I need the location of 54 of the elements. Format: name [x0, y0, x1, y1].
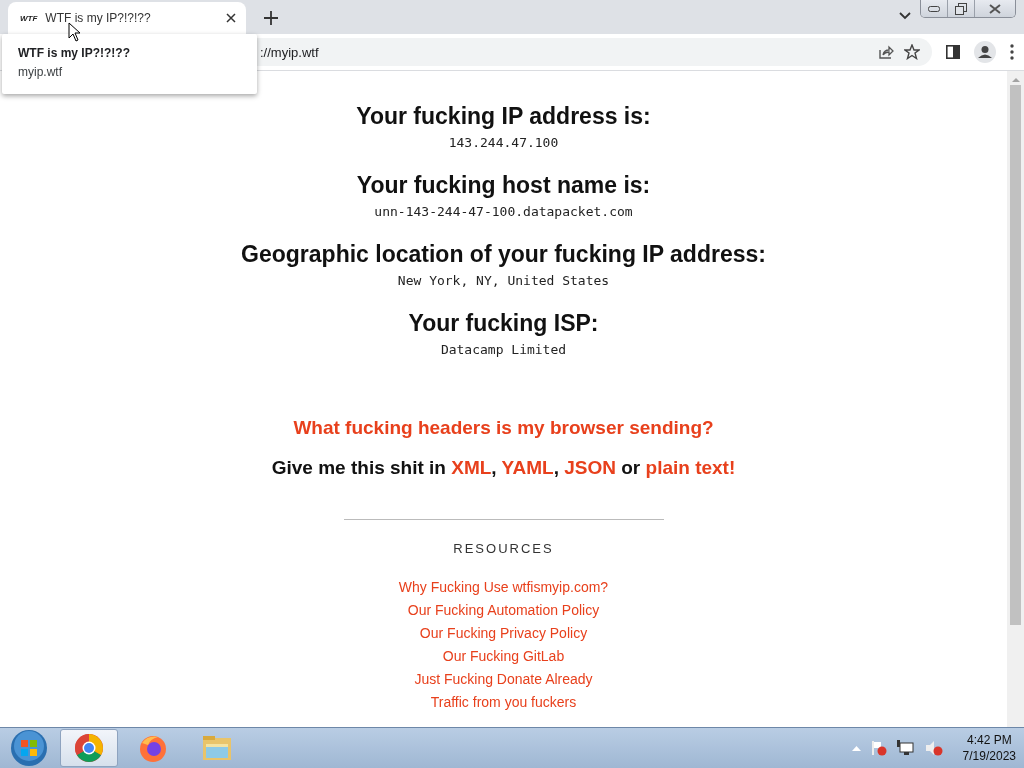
format-text: ,	[553, 457, 560, 478]
tooltip-title: WTF is my IP?!?!??	[18, 46, 131, 60]
close-icon[interactable]	[226, 13, 236, 23]
section-heading: Geographic location of your fucking IP address:	[241, 241, 766, 268]
menu-icon[interactable]	[1010, 44, 1014, 60]
resource-link[interactable]: Our Fucking Privacy Policy	[419, 622, 588, 645]
side-panel-icon[interactable]	[946, 45, 960, 59]
resource-link[interactable]: Our Fucking Automation Policy	[407, 599, 600, 622]
firefox-icon	[138, 733, 168, 763]
network-icon[interactable]	[896, 740, 915, 756]
section-value: 143.244.47.100	[448, 135, 559, 150]
restore-icon	[955, 2, 967, 15]
section-heading: Your fucking ISP:	[408, 310, 599, 337]
resource-link[interactable]: Why Fucking Use wtfismyip.com?	[398, 576, 609, 599]
chrome-icon	[74, 733, 104, 763]
flag-icon[interactable]	[870, 740, 887, 756]
format-link[interactable]: JSON	[564, 457, 616, 478]
taskbar-app[interactable]	[60, 729, 118, 767]
format-link[interactable]: YAML	[501, 457, 554, 478]
chevron-down-icon[interactable]	[899, 12, 911, 20]
tab-title: WTF is my IP?!?!??	[45, 11, 152, 25]
format-link[interactable]: plain text!	[645, 457, 736, 478]
section-heading: Your fucking host name is:	[356, 172, 651, 199]
plus-icon[interactable]	[264, 11, 278, 25]
format-text: Give me this shit in	[271, 457, 447, 478]
profile-icon[interactable]	[974, 41, 996, 63]
section-value: unn-143-244-47-100.datapacket.com	[374, 204, 633, 219]
clock-date: 7/19/2023	[962, 748, 1016, 764]
close-button[interactable]	[974, 0, 1015, 17]
headers-link[interactable]: What fucking headers is my browser sending?	[293, 417, 714, 439]
scrollbar[interactable]	[1007, 71, 1024, 727]
star-icon[interactable]	[904, 44, 920, 60]
browser-tab[interactable]: WTF WTF is my IP?!?!??	[8, 2, 246, 34]
section-value: Datacamp Limited	[440, 342, 567, 357]
minimize-icon	[928, 5, 940, 12]
section-heading: Your fucking IP address is:	[356, 103, 651, 130]
section-value: New York, NY, United States	[397, 273, 610, 288]
restore-button[interactable]	[947, 0, 974, 17]
clock-time: 4:42 PM	[966, 732, 1012, 748]
speaker-icon[interactable]	[924, 740, 943, 756]
share-icon[interactable]	[878, 44, 894, 60]
format-text: or	[620, 457, 642, 478]
format-text: ,	[491, 457, 498, 478]
minimize-button[interactable]	[921, 0, 947, 17]
format-link[interactable]: XML	[451, 457, 492, 478]
tab-favicon: WTF	[20, 13, 38, 23]
tooltip-url: myip.wtf	[18, 65, 63, 79]
resources-heading: RESOURCES	[453, 541, 554, 556]
close-icon	[989, 3, 1001, 14]
resource-link[interactable]: Traffic from you fuckers	[430, 691, 577, 714]
address-text: ://myip.wtf	[260, 44, 320, 60]
resource-link[interactable]: Our Fucking GitLab	[442, 645, 565, 668]
folder-icon	[201, 734, 233, 762]
resource-link[interactable]: Just Fucking Donate Already	[414, 668, 593, 691]
